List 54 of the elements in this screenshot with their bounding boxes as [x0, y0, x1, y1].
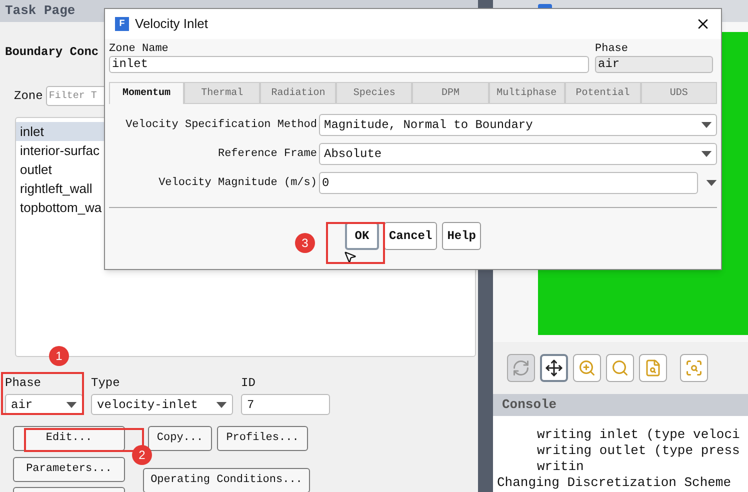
field-label: Velocity Magnitude (m/s) — [158, 176, 317, 191]
dialog-tab[interactable]: Multiphase — [488, 82, 565, 104]
phase-label: Phase — [595, 43, 628, 56]
caret-icon — [706, 180, 717, 186]
operating-conditions-button[interactable]: Operating Conditions... — [143, 468, 310, 492]
console-line: Changing Discretization Scheme — [497, 475, 732, 491]
section-heading: Boundary Conc — [5, 45, 99, 59]
profiles-button[interactable]: Profiles... — [217, 426, 308, 451]
dialog-tab[interactable]: Momentum — [109, 82, 184, 104]
parameters-button[interactable]: Parameters... — [13, 457, 125, 482]
phase-label: Phase — [5, 375, 42, 392]
zoom-in-icon — [578, 359, 596, 377]
dropdown-field[interactable]: Absolute — [319, 143, 717, 165]
caret-icon — [216, 402, 227, 408]
caret-icon — [66, 402, 77, 408]
id-label: ID — [241, 375, 256, 392]
caret-icon — [701, 151, 712, 157]
console-title: Console — [502, 396, 557, 414]
field-label: Velocity Specification Method — [124, 118, 317, 133]
panel-title: Task Page — [5, 2, 76, 20]
id-field[interactable]: 7 — [241, 394, 330, 415]
copy-button[interactable]: Copy... — [148, 426, 212, 451]
console-line: writing outlet (type press — [536, 443, 741, 459]
move-arrows-icon — [545, 359, 563, 377]
zone-name-field[interactable]: inlet — [109, 56, 589, 73]
caret-icon — [701, 122, 712, 128]
dialog-tab[interactable]: UDS — [640, 82, 717, 104]
dialog-tab[interactable]: Radiation — [260, 82, 336, 104]
type-label: Type — [91, 375, 120, 392]
type-select[interactable]: velocity-inlet — [91, 394, 233, 415]
console-line: writin — [536, 459, 585, 475]
highlight-frame — [326, 222, 385, 264]
zone-label: Zone — [14, 88, 43, 105]
magnifier-icon — [611, 359, 629, 377]
dropdown-field[interactable]: Magnitude, Normal to Boundary — [319, 114, 717, 136]
dialog-tab[interactable]: Species — [336, 82, 412, 104]
console-line: writing inlet (type veloci — [536, 427, 741, 443]
dialog-tab[interactable]: Thermal — [184, 82, 260, 104]
field-label: Reference Frame — [216, 146, 317, 162]
phase-field: air — [595, 56, 713, 73]
input-field[interactable]: 0 — [319, 172, 698, 194]
zone-name-label: Zone Name — [109, 43, 168, 56]
mouse-cursor-icon — [343, 250, 357, 264]
dialog-title: Velocity Inlet — [135, 15, 208, 34]
dialog-tab[interactable]: Potential — [564, 82, 641, 104]
rotate-icon — [512, 359, 530, 377]
app-logo: F — [115, 17, 129, 31]
document-search-icon — [644, 359, 662, 377]
dialog-button[interactable]: Help — [442, 222, 482, 250]
dialog-button[interactable]: Cancel — [384, 222, 438, 250]
zoom-box-icon — [685, 359, 703, 377]
dialog-tab[interactable]: DPM — [412, 82, 489, 104]
toolbar-button[interactable] — [540, 354, 568, 382]
dialog-button[interactable]: OK — [344, 222, 379, 250]
